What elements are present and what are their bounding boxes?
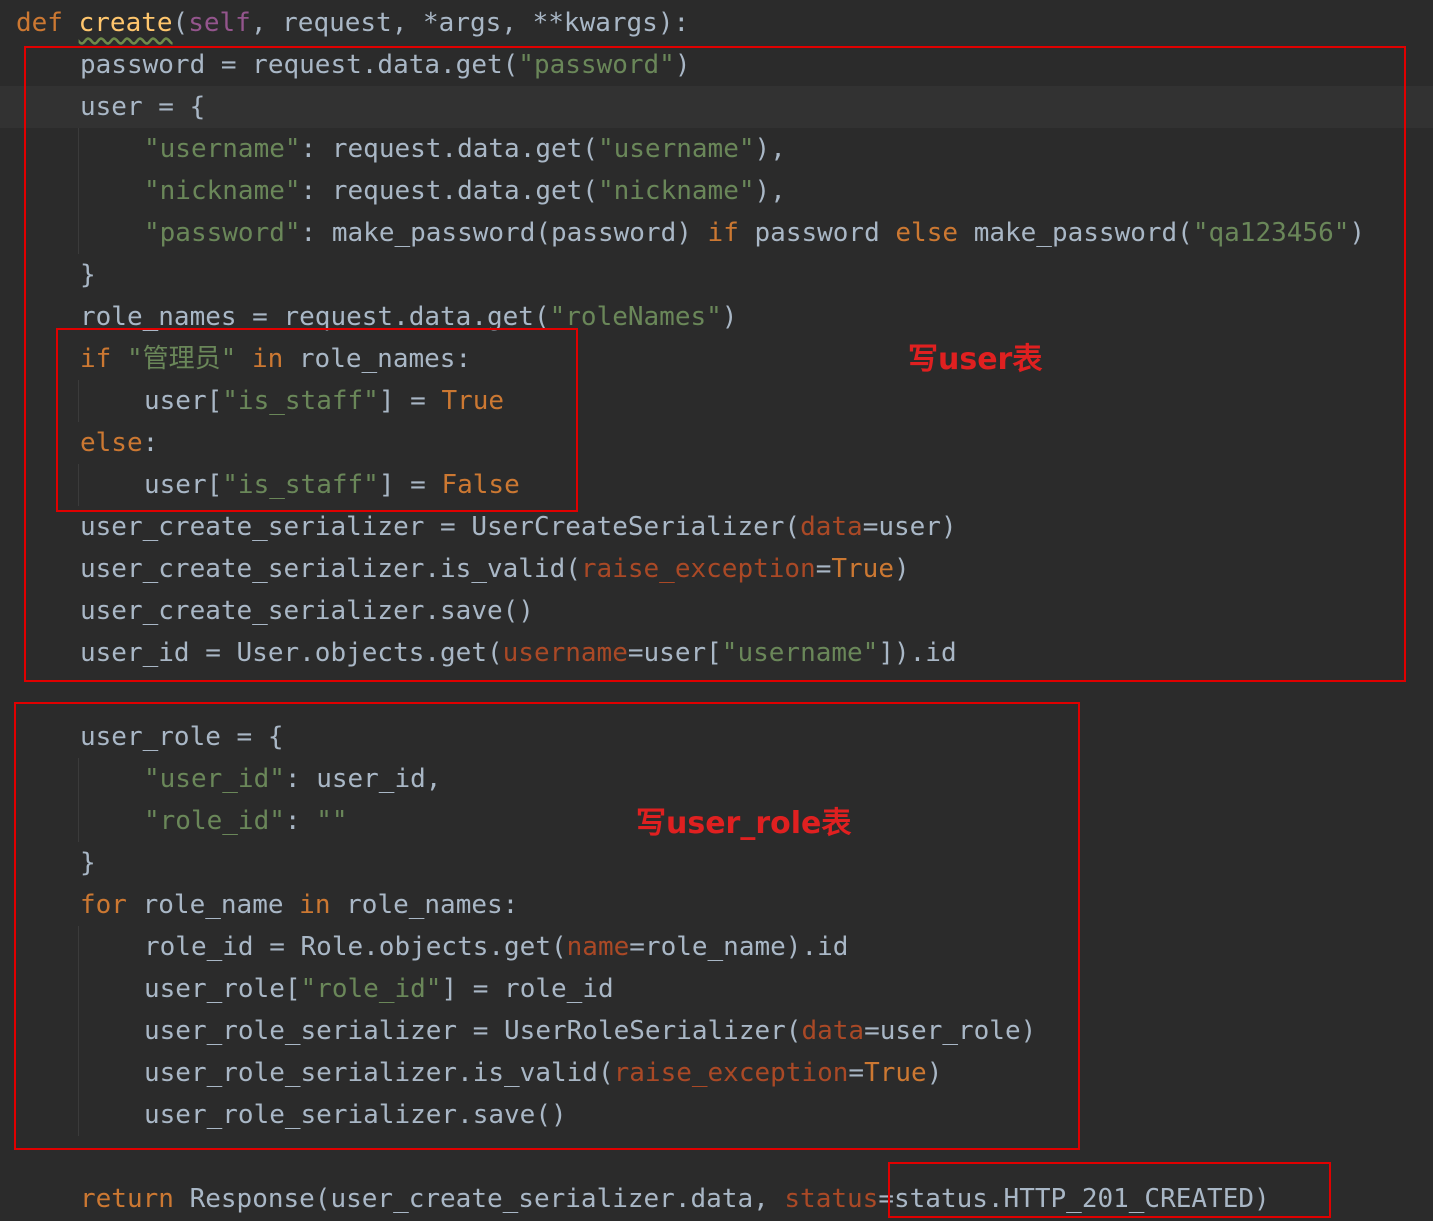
code-line[interactable]: def create(self, request, *args, **kwarg… (0, 2, 1433, 44)
code-token: *args (423, 8, 502, 38)
code-token: status (784, 1184, 879, 1214)
user-role-table-note: 写user_role表 (636, 806, 852, 841)
code-token: , (501, 8, 533, 38)
code-token: ): (657, 8, 690, 38)
code-token: return (80, 1184, 190, 1214)
code-token: Response(user_create_serializer.data, (189, 1184, 785, 1214)
code-token: def (16, 8, 79, 38)
code-token: ( (172, 8, 189, 38)
code-token: **kwargs (532, 8, 658, 38)
code-editor[interactable]: def create(self, request, *args, **kwarg… (0, 0, 1433, 1221)
code-token: self (188, 8, 251, 38)
code-token: , request, (250, 8, 424, 38)
user-table-note: 写user表 (908, 342, 1043, 377)
is-staff-highlight-box (56, 328, 578, 512)
status-highlight-box (888, 1162, 1331, 1218)
user-role-table-highlight-box (14, 702, 1080, 1150)
code-token: create (78, 8, 173, 38)
